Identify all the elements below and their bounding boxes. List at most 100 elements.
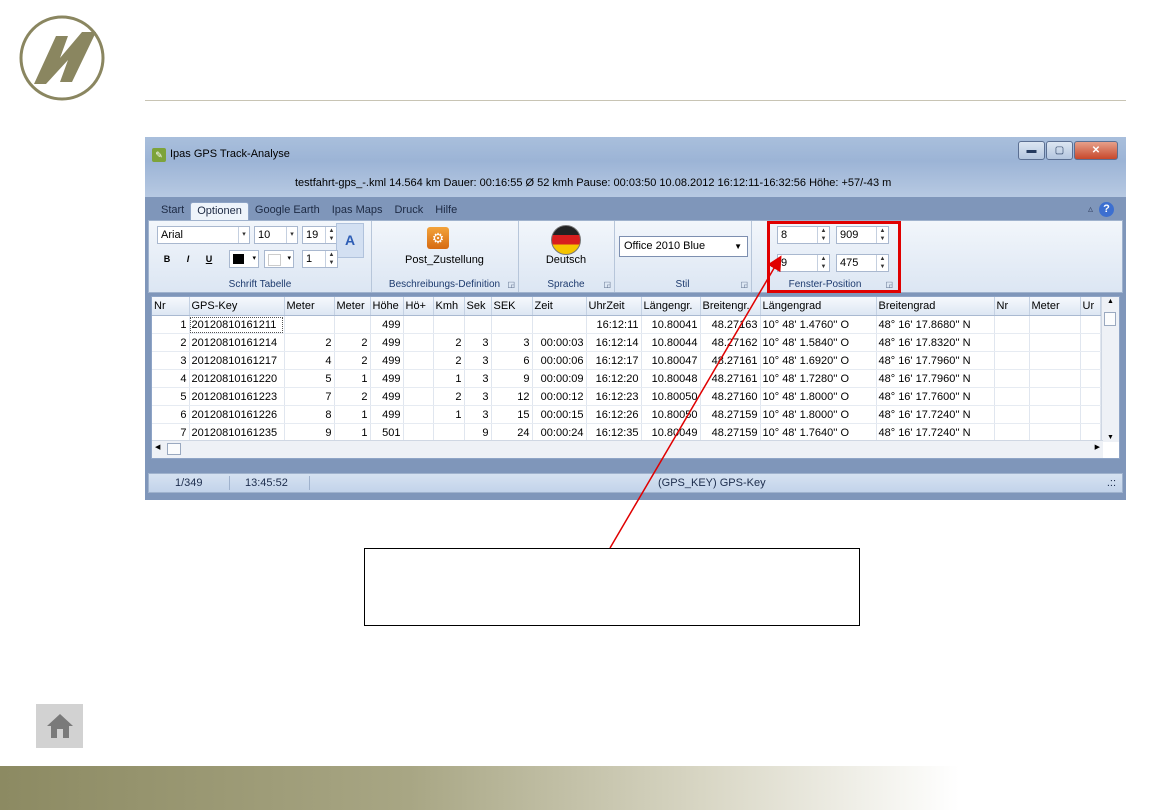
table-cell[interactable]: 10.80050 xyxy=(641,387,701,406)
table-cell[interactable]: 7 xyxy=(284,387,335,406)
table-cell[interactable]: 10.80048 xyxy=(641,369,701,388)
table-cell[interactable]: 48° 16' 17.7960'' N xyxy=(876,369,995,388)
table-cell[interactable]: 48.27161 xyxy=(700,369,761,388)
tab-ipas-maps[interactable]: Ipas Maps xyxy=(326,202,389,220)
table-cell[interactable]: 10.80049 xyxy=(641,423,701,442)
table-cell[interactable]: 10° 48' 1.7280'' O xyxy=(760,369,877,388)
table-cell[interactable]: 4 xyxy=(284,351,335,370)
table-cell[interactable]: 10° 48' 1.8000'' O xyxy=(760,405,877,424)
table-cell[interactable]: 48.27163 xyxy=(700,315,761,334)
column-header[interactable]: GPS-Key xyxy=(189,297,285,316)
column-header[interactable]: Längengrad xyxy=(760,297,877,316)
scroll-left-icon[interactable]: ◀ xyxy=(155,443,160,451)
dialog-launcher-icon[interactable]: ◲ xyxy=(507,280,515,289)
table-cell[interactable]: 499 xyxy=(370,333,404,352)
column-header[interactable]: Nr xyxy=(152,297,190,316)
column-header[interactable]: Sek xyxy=(464,297,492,316)
close-button[interactable]: ✕ xyxy=(1074,141,1118,160)
table-cell[interactable]: 3 xyxy=(464,333,492,352)
table-cell[interactable] xyxy=(1029,369,1081,388)
table-cell[interactable]: 2 xyxy=(334,333,371,352)
table-row[interactable]: 1 20120810161211 499 16:12:11 10.80041 48.271… xyxy=(152,315,1101,334)
table-cell[interactable]: 48° 16' 17.7240'' N xyxy=(876,405,995,424)
table-cell[interactable]: 10° 48' 1.7640'' O xyxy=(760,423,877,442)
table-cell[interactable]: 6 xyxy=(491,351,533,370)
scroll-thumb[interactable] xyxy=(1104,312,1116,326)
table-cell[interactable]: 48.27159 xyxy=(700,405,761,424)
table-cell[interactable] xyxy=(403,315,434,334)
table-cell[interactable] xyxy=(403,333,434,352)
table-cell[interactable]: 10.80041 xyxy=(641,315,701,334)
table-row[interactable]: 2 20120810161214 2 2 499 2 3 3 00:00:03 16:12:14 1… xyxy=(152,333,1101,352)
table-cell[interactable]: 48.27162 xyxy=(700,333,761,352)
table-row[interactable]: 4 20120810161220 5 1 499 1 3 9 00:00:09 16:12:20 1… xyxy=(152,369,1101,388)
table-cell[interactable] xyxy=(1080,351,1101,370)
table-cell[interactable]: 16:12:26 xyxy=(586,405,642,424)
table-cell[interactable]: 00:00:12 xyxy=(532,387,587,406)
table-cell[interactable]: 2 xyxy=(152,333,190,352)
table-cell[interactable]: 3 xyxy=(464,351,492,370)
border-stepper[interactable]: 1 ▲ ▼ xyxy=(302,250,338,268)
column-header[interactable]: Breitengrad xyxy=(876,297,995,316)
table-cell[interactable]: 10.80044 xyxy=(641,333,701,352)
table-cell[interactable] xyxy=(433,423,465,442)
table-cell[interactable] xyxy=(994,315,1030,334)
table-cell[interactable]: 501 xyxy=(370,423,404,442)
tab-druck[interactable]: Druck xyxy=(388,202,429,220)
german-flag-icon[interactable] xyxy=(551,225,581,255)
deutsch-button[interactable]: Deutsch xyxy=(518,254,614,266)
table-cell[interactable]: 20120810161214 xyxy=(189,333,285,352)
table-cell[interactable]: 16:12:14 xyxy=(586,333,642,352)
table-cell[interactable]: 499 xyxy=(370,315,404,334)
gear-icon[interactable]: ⚙ xyxy=(427,227,449,249)
column-header[interactable]: UhrZeit xyxy=(586,297,642,316)
table-cell[interactable]: 16:12:20 xyxy=(586,369,642,388)
table-row[interactable]: 3 20120810161217 4 2 499 2 3 6 00:00:06 16:12:17 1… xyxy=(152,351,1101,370)
table-cell[interactable]: 00:00:09 xyxy=(532,369,587,388)
table-cell[interactable]: 2 xyxy=(284,333,335,352)
table-cell[interactable]: 10° 48' 1.5840'' O xyxy=(760,333,877,352)
post-zustellung-button[interactable]: Post_Zustellung xyxy=(371,254,518,266)
table-row[interactable]: 6 20120810161226 8 1 499 1 3 15 00:00:15 16:12:26… xyxy=(152,405,1101,424)
help-icon[interactable]: ? xyxy=(1099,202,1114,217)
table-cell[interactable]: 2 xyxy=(334,351,371,370)
table-cell[interactable]: 48° 16' 17.7240'' N xyxy=(876,423,995,442)
style-select[interactable]: Office 2010 Blue ▼ xyxy=(619,236,748,257)
scroll-down-icon[interactable]: ▼ xyxy=(1102,434,1119,441)
table-cell[interactable]: 3 xyxy=(491,333,533,352)
table-cell[interactable]: 10° 48' 1.6920'' O xyxy=(760,351,877,370)
table-cell[interactable]: 20120810161235 xyxy=(189,423,285,442)
table-cell[interactable]: 48.27159 xyxy=(700,423,761,442)
table-cell[interactable]: 8 xyxy=(284,405,335,424)
table-row[interactable]: 5 20120810161223 7 2 499 2 3 12 00:00:12 16:12:23… xyxy=(152,387,1101,406)
table-cell[interactable]: 2 xyxy=(334,387,371,406)
column-header[interactable]: SEK xyxy=(491,297,533,316)
table-cell[interactable]: 20120810161211 xyxy=(189,315,285,334)
table-cell[interactable] xyxy=(532,315,587,334)
table-cell[interactable]: 499 xyxy=(370,405,404,424)
table-cell[interactable]: 7 xyxy=(152,423,190,442)
bold-button[interactable]: B xyxy=(159,251,175,267)
table-cell[interactable]: 00:00:03 xyxy=(532,333,587,352)
table-cell[interactable]: 1 xyxy=(433,369,465,388)
table-cell[interactable] xyxy=(334,315,371,334)
minimize-button[interactable]: ▬ xyxy=(1018,141,1045,160)
table-cell[interactable]: 00:00:24 xyxy=(532,423,587,442)
table-cell[interactable]: 10° 48' 1.4760'' O xyxy=(760,315,877,334)
scroll-thumb[interactable] xyxy=(167,443,181,455)
table-cell[interactable]: 6 xyxy=(152,405,190,424)
table-cell[interactable] xyxy=(403,369,434,388)
vertical-scrollbar[interactable]: ▲ ▼ xyxy=(1101,297,1119,442)
maximize-button[interactable]: ▢ xyxy=(1046,141,1073,160)
font-size-select[interactable]: 10 ▾ xyxy=(254,226,298,244)
table-cell[interactable] xyxy=(994,405,1030,424)
table-cell[interactable]: 48.27161 xyxy=(700,351,761,370)
home-button[interactable] xyxy=(36,704,83,748)
table-cell[interactable]: 1 xyxy=(433,405,465,424)
table-cell[interactable] xyxy=(994,423,1030,442)
scroll-right-icon[interactable]: ▶ xyxy=(1095,443,1100,451)
italic-button[interactable]: I xyxy=(180,251,196,267)
table-cell[interactable]: 48° 16' 17.7960'' N xyxy=(876,351,995,370)
dialog-launcher-icon[interactable]: ◲ xyxy=(740,280,748,289)
table-cell[interactable]: 1 xyxy=(334,423,371,442)
